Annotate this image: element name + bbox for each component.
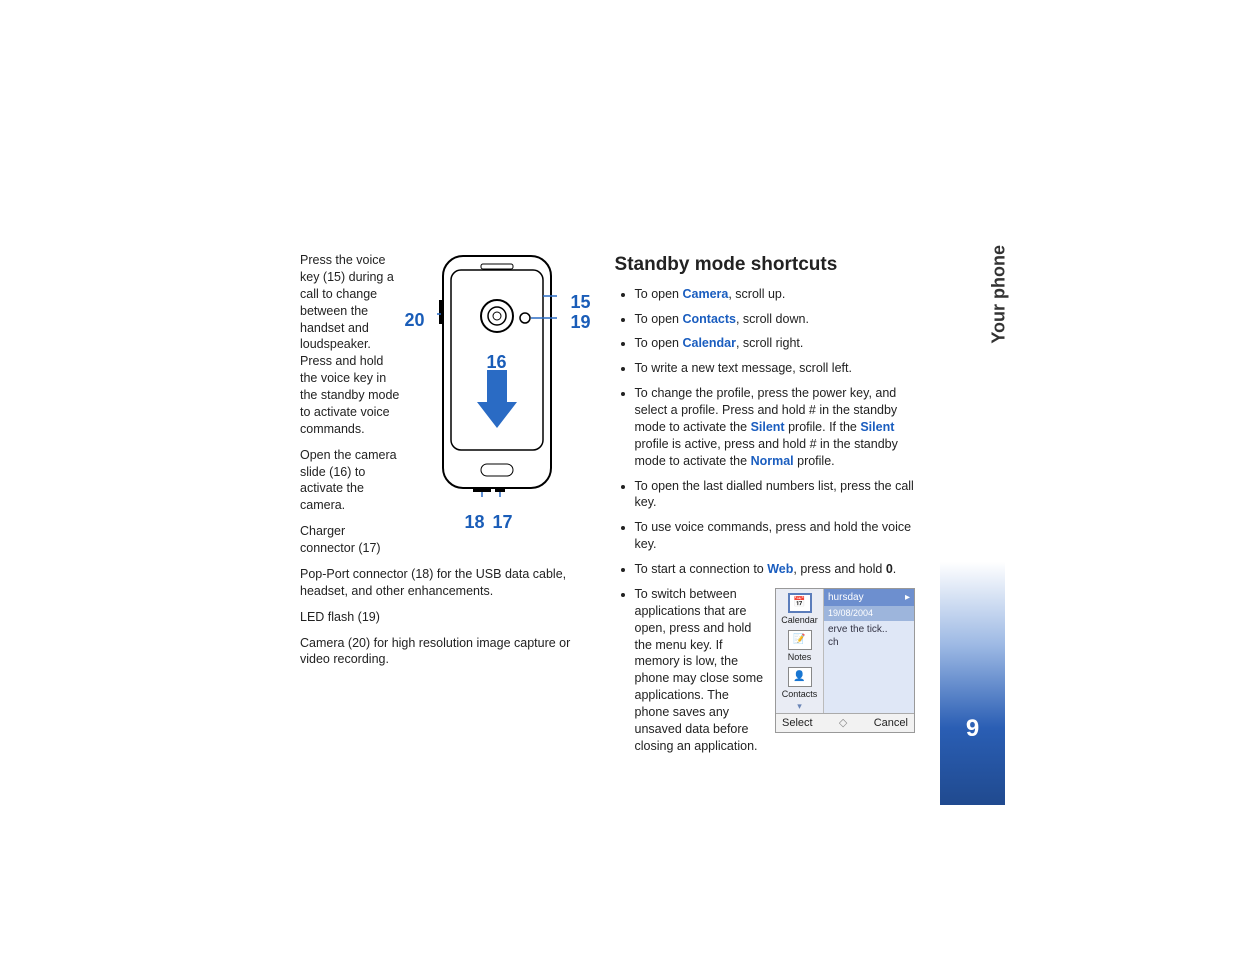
notes-icon: 📝 <box>788 630 812 650</box>
list-item: 📅 Calendar 📝 Notes 👤 Contacts ▾ hursday ▸… <box>635 586 915 755</box>
kw-silent: Silent <box>860 420 894 434</box>
callout-19: 19 <box>571 310 591 334</box>
callout-17: 17 <box>493 510 513 534</box>
callout-20: 20 <box>405 308 425 332</box>
calendar-icon: 📅 <box>788 593 812 613</box>
list-item: To open Contacts, scroll down. <box>635 311 915 328</box>
nav-right-icon: ▸ <box>905 591 910 605</box>
screenshot-day: hursday <box>828 591 864 605</box>
list-item: To open Camera, scroll up. <box>635 286 915 303</box>
list-item: To change the profile, press the power k… <box>635 385 915 469</box>
right-column: Standby mode shortcuts To open Camera, s… <box>615 252 915 682</box>
callout-18: 18 <box>465 510 485 534</box>
app-label: Notes <box>776 651 823 663</box>
softkey-select: Select <box>782 716 813 731</box>
list-item: To start a connection to Web, press and … <box>635 561 915 578</box>
left-column: 15 19 20 16 18 17 Press the voice key (1… <box>300 252 597 682</box>
para-camera: Camera (20) for high resolution image ca… <box>300 635 597 669</box>
phone-diagram: 15 19 20 16 18 17 <box>407 252 597 537</box>
nav-down-icon: ◇ <box>839 716 847 731</box>
kw-silent: Silent <box>751 420 785 434</box>
kw-calendar: Calendar <box>682 336 736 350</box>
list-item: To use voice commands, press and hold th… <box>635 519 915 553</box>
kw-web: Web <box>767 562 793 576</box>
page-number: 9 <box>940 715 1005 743</box>
list-item: To open the last dialled numbers list, p… <box>635 478 915 512</box>
shortcuts-list: To open Camera, scroll up. To open Conta… <box>615 286 915 755</box>
para-led: LED flash (19) <box>300 609 597 626</box>
shortcuts-heading: Standby mode shortcuts <box>615 252 915 278</box>
event-line: erve the tick.. <box>828 623 910 637</box>
para-popport: Pop-Port connector (18) for the USB data… <box>300 566 597 600</box>
kw-contacts: Contacts <box>682 312 735 326</box>
event-line: ch <box>828 636 910 650</box>
app-label: Calendar <box>776 614 823 626</box>
softkey-cancel: Cancel <box>874 716 908 731</box>
app-label: Contacts <box>776 688 823 700</box>
app-switcher-sidebar: 📅 Calendar 📝 Notes 👤 Contacts ▾ <box>776 589 824 713</box>
app-switcher-screenshot: 📅 Calendar 📝 Notes 👤 Contacts ▾ hursday ▸… <box>775 588 915 733</box>
kw-camera: Camera <box>682 287 728 301</box>
page-sidebar: Your phone 9 <box>940 165 1005 805</box>
phone-outline <box>437 252 557 497</box>
screenshot-date: 19/08/2004 <box>824 606 914 620</box>
contacts-icon: 👤 <box>788 667 812 687</box>
callout-16: 16 <box>487 350 507 374</box>
list-item: To write a new text message, scroll left… <box>635 360 915 377</box>
section-title: Your phone <box>989 245 1010 344</box>
document-page: 15 19 20 16 18 17 Press the voice key (1… <box>300 252 915 682</box>
list-item: To open Calendar, scroll right. <box>635 335 915 352</box>
kw-normal: Normal <box>751 454 794 468</box>
